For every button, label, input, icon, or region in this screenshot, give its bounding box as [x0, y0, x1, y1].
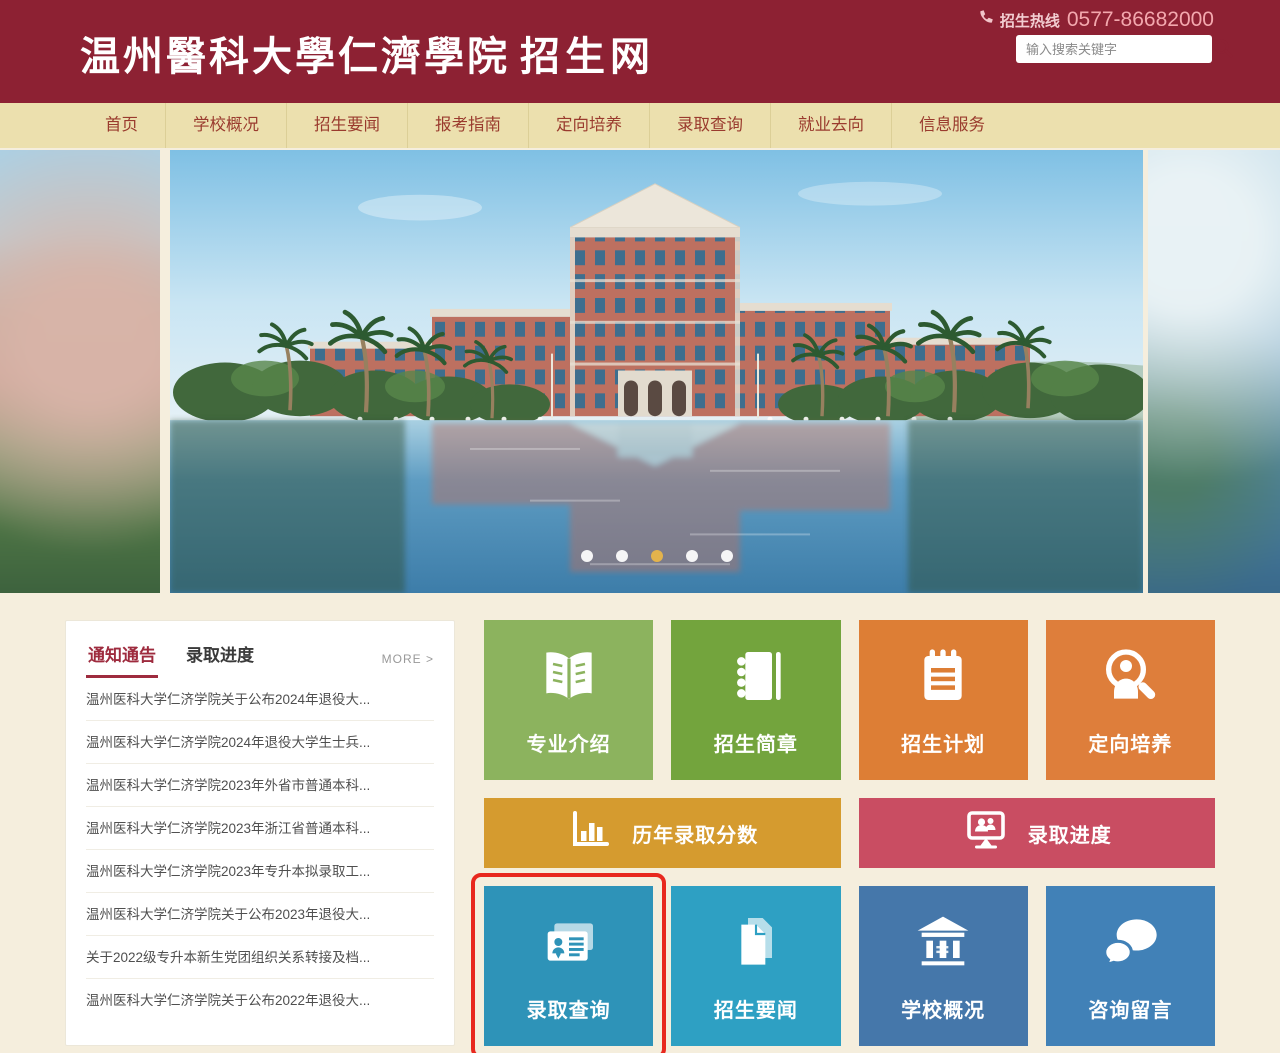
tile-label: 招生要闻	[714, 994, 798, 1023]
tab-notices[interactable]: 通知通告	[86, 633, 158, 678]
search-icon	[1212, 37, 1234, 62]
open-book-icon	[537, 644, 601, 714]
site-title-main: 温州醫科大學仁濟學院	[80, 34, 510, 79]
tile-label: 招生计划	[901, 728, 985, 757]
site-title: 温州醫科大學仁濟學院招生网	[80, 24, 655, 82]
notepad-icon	[911, 644, 975, 714]
chat-bubbles-icon	[1098, 910, 1162, 980]
campus-photo[interactable]	[170, 150, 1143, 593]
site-header: 温州醫科大學仁濟學院招生网 招生热线 0577-86682000	[0, 0, 1280, 103]
content-row: 通知通告 录取进度 MORE > 温州医科大学仁济学院关于公布2024年退役大.…	[65, 620, 1215, 1046]
hotline: 招生热线 0577-86682000	[977, 8, 1214, 32]
nav-item-application-guide[interactable]: 报考指南	[408, 103, 528, 148]
chevron-right-icon: >	[426, 652, 434, 666]
carousel-dots	[170, 550, 1143, 562]
nav-item-employment[interactable]: 就业去向	[771, 103, 891, 148]
notice-item[interactable]: 温州医科大学仁济学院2023年外省市普通本科...	[86, 764, 434, 807]
tile-admission-query[interactable]: 录取查询	[484, 886, 653, 1046]
hero-carousel	[0, 148, 1280, 594]
nav-item-directed-training[interactable]: 定向培养	[529, 103, 649, 148]
tile-label: 学校概况	[901, 994, 985, 1023]
carousel-next-slide	[1148, 150, 1280, 593]
tile-label: 历年录取分数	[632, 819, 758, 848]
tile-label: 专业介绍	[527, 728, 611, 757]
notice-item[interactable]: 温州医科大学仁济学院关于公布2022年退役大...	[86, 979, 434, 1022]
tile-label: 招生简章	[714, 728, 798, 757]
monitor-users-icon	[962, 806, 1010, 860]
nav-item-school-overview[interactable]: 学校概况	[166, 103, 286, 148]
notice-item[interactable]: 温州医科大学仁济学院2023年浙江省普通本科...	[86, 807, 434, 850]
tile-directed-training[interactable]: 定向培养	[1046, 620, 1215, 780]
site-title-suffix: 招生网	[520, 34, 655, 79]
tab-admission-progress[interactable]: 录取进度	[184, 633, 256, 678]
carousel-dot[interactable]	[686, 550, 698, 562]
quick-links-grid: 专业介绍 招生简章 招生计划 定向培养 历年录取分数	[484, 620, 1215, 1046]
tile-past-scores[interactable]: 历年录取分数	[484, 798, 841, 868]
tile-admission-plan[interactable]: 招生计划	[859, 620, 1028, 780]
notice-item[interactable]: 温州医科大学仁济学院关于公布2023年退役大...	[86, 893, 434, 936]
carousel-dot[interactable]	[721, 550, 733, 562]
notice-item[interactable]: 温州医科大学仁济学院2024年退役大学生士兵...	[86, 721, 434, 764]
hotline-label: 招生热线	[1000, 10, 1060, 31]
documents-icon	[724, 910, 788, 980]
notice-list: 温州医科大学仁济学院关于公布2024年退役大... 温州医科大学仁济学院2024…	[86, 678, 434, 1022]
tile-label: 定向培养	[1088, 728, 1172, 757]
notice-item[interactable]: 温州医科大学仁济学院2023年专升本拟录取工...	[86, 850, 434, 893]
more-link[interactable]: MORE >	[382, 652, 434, 678]
school-building-icon	[911, 910, 975, 980]
phone-icon	[977, 10, 993, 31]
nav-item-admissions-news[interactable]: 招生要闻	[287, 103, 407, 148]
tile-major-intro[interactable]: 专业介绍	[484, 620, 653, 780]
tile-label: 录取进度	[1028, 819, 1112, 848]
notices-tabs: 通知通告 录取进度 MORE >	[86, 633, 434, 678]
notice-item[interactable]: 温州医科大学仁济学院关于公布2024年退役大...	[86, 678, 434, 721]
tile-school-overview[interactable]: 学校概况	[859, 886, 1028, 1046]
carousel-dot[interactable]	[581, 550, 593, 562]
nav-item-admission-query[interactable]: 录取查询	[650, 103, 770, 148]
search-box	[1016, 35, 1212, 63]
tile-admissions-news[interactable]: 招生要闻	[671, 886, 840, 1046]
carousel-dot[interactable]	[616, 550, 628, 562]
tile-consult-message[interactable]: 咨询留言	[1046, 886, 1215, 1046]
main-nav: 首页 学校概况 招生要闻 报考指南 定向培养 录取查询 就业去向 信息服务	[0, 103, 1280, 148]
search-input[interactable]	[1016, 42, 1212, 57]
hotline-number: 0577-86682000	[1067, 8, 1214, 32]
nav-item-info-service[interactable]: 信息服务	[892, 103, 1012, 148]
id-card-icon	[537, 910, 601, 980]
notice-item[interactable]: 关于2022级专升本新生党团组织关系转接及档...	[86, 936, 434, 979]
bar-chart-icon	[566, 806, 614, 860]
carousel-prev-slide	[0, 150, 160, 593]
person-search-icon	[1098, 644, 1162, 714]
tile-label: 咨询留言	[1088, 994, 1172, 1023]
nav-item-home[interactable]: 首页	[78, 103, 165, 148]
tile-label: 录取查询	[527, 994, 611, 1023]
search-button[interactable]	[1212, 35, 1234, 63]
tile-admission-brochure[interactable]: 招生简章	[671, 620, 840, 780]
notebook-icon	[724, 644, 788, 714]
tile-admission-progress[interactable]: 录取进度	[859, 798, 1216, 868]
carousel-dot[interactable]	[651, 550, 663, 562]
notices-panel: 通知通告 录取进度 MORE > 温州医科大学仁济学院关于公布2024年退役大.…	[65, 620, 455, 1046]
